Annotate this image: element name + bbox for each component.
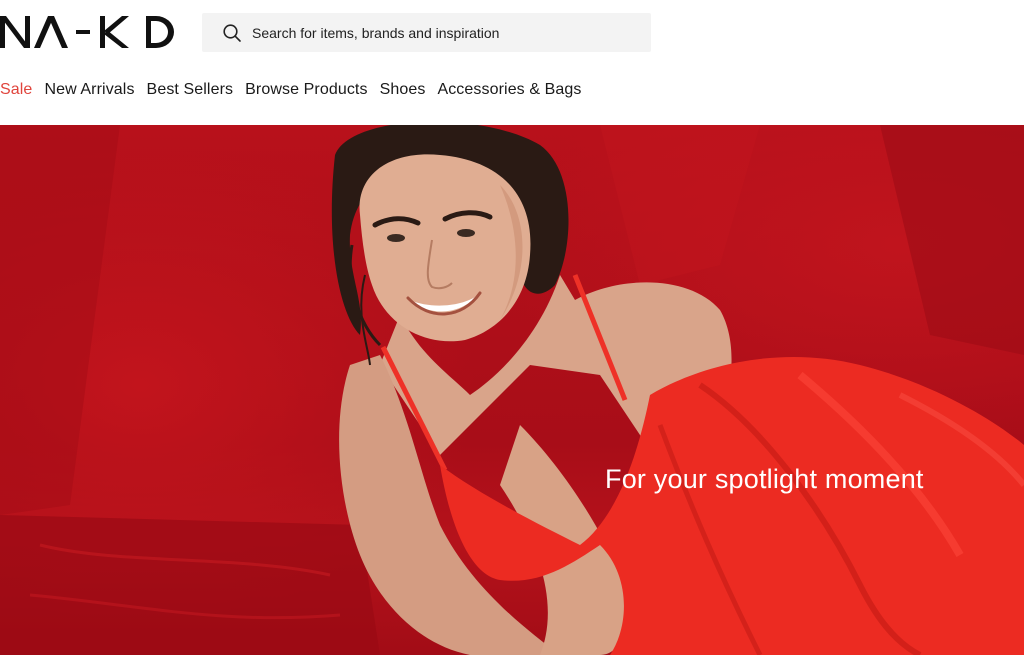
nav-item-sale[interactable]: Sale bbox=[0, 81, 32, 99]
search-icon bbox=[223, 23, 241, 42]
nakd-logo[interactable] bbox=[0, 13, 176, 51]
nav-item-new-arrivals[interactable]: New Arrivals bbox=[44, 81, 134, 99]
nav-item-shoes[interactable]: Shoes bbox=[380, 81, 426, 99]
site-header: Sale New Arrivals Best Sellers Browse Pr… bbox=[0, 0, 1024, 125]
hero-caption: For your spotlight moment bbox=[605, 464, 924, 494]
search-bar[interactable] bbox=[202, 13, 651, 52]
nav-item-accessories-bags[interactable]: Accessories & Bags bbox=[437, 81, 581, 99]
nav-item-best-sellers[interactable]: Best Sellers bbox=[147, 81, 234, 99]
search-input[interactable] bbox=[252, 13, 632, 52]
main-nav: Sale New Arrivals Best Sellers Browse Pr… bbox=[0, 79, 594, 101]
hero-image bbox=[0, 125, 1024, 655]
nav-item-browse-products[interactable]: Browse Products bbox=[245, 81, 367, 99]
hero-banner[interactable]: For your spotlight moment bbox=[0, 125, 1024, 655]
